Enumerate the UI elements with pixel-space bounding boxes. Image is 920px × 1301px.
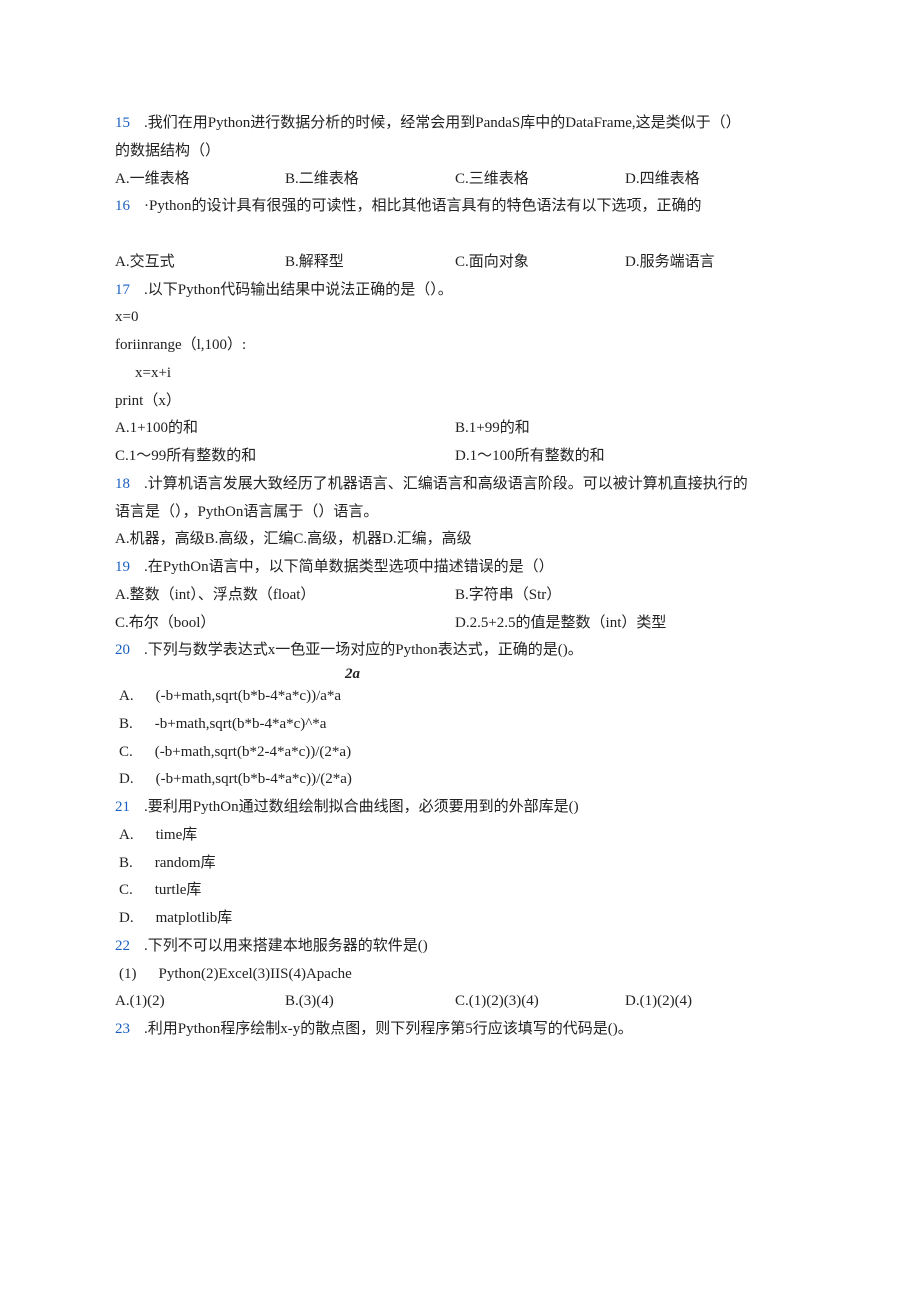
q23-number: 23 (115, 1021, 144, 1037)
q17-stem-text: .以下Python代码输出结果中说法正确的是（）。 (144, 282, 453, 298)
q22-option-d: D.(1)(2)(4) (625, 988, 692, 1016)
q21-a-text: time库 (156, 827, 198, 843)
q22-sub-text: Python(2)Excel(3)IIS(4)Apache (159, 966, 352, 982)
q20-number: 20 (115, 642, 144, 658)
q15-stem-text1: .我们在用Python进行数据分析的时候，经常会用到PandaS库中的DataF… (144, 115, 741, 131)
q15-option-d: D.四维表格 (625, 166, 795, 194)
q16-stem-text: ·Python的设计具有很强的可读性，相比其他语言具有的特色语法有以下选项，正确… (144, 198, 702, 214)
letter-c: C. (115, 744, 155, 760)
letter-a: A. (115, 827, 156, 843)
q23-stem: 23.利用Python程序绘制x-y的散点图，则下列程序第5行应该填写的代码是(… (115, 1016, 810, 1044)
q20-d-text: (-b+math,sqrt(b*b-4*a*c))/(2*a) (156, 771, 352, 787)
q17-option-c: C.1～99所有整数的和 (115, 443, 455, 471)
q21-option-a: A.time库 (115, 822, 810, 850)
letter-d: D. (115, 771, 156, 787)
q20-c-text: (-b+math,sqrt(b*2-4*a*c))/(2*a) (155, 744, 351, 760)
q17-options-row2: C.1～99所有整数的和 D.1～100所有整数的和 (115, 443, 810, 471)
q18-stem-line2: 语言是（），PythOn语言属于（）语言。 (115, 499, 810, 527)
q22-sub: (1)Python(2)Excel(3)IIS(4)Apache (115, 961, 810, 989)
q18-number: 18 (115, 476, 144, 492)
q17-option-a: A.1+100的和 (115, 415, 455, 443)
q16-option-a: A.交互式 (115, 249, 285, 277)
q17-number: 17 (115, 282, 144, 298)
q22-option-c: C.(1)(2)(3)(4) (455, 988, 625, 1016)
q15-option-c: C.三维表格 (455, 166, 625, 194)
q17-options-row1: A.1+100的和 B.1+99的和 (115, 415, 810, 443)
q17-stem: 17.以下Python代码输出结果中说法正确的是（）。 (115, 277, 810, 305)
q15-option-b: B.二维表格 (285, 166, 455, 194)
q16-number: 16 (115, 198, 144, 214)
q21-d-text: matplotlib库 (156, 910, 233, 926)
letter-b: B. (115, 716, 155, 732)
q20-option-c: C.(-b+math,sqrt(b*2-4*a*c))/(2*a) (115, 739, 810, 767)
q20-b-text: -b+math,sqrt(b*b-4*a*c)^*a (155, 716, 327, 732)
letter-a: A. (115, 688, 156, 704)
q19-number: 19 (115, 559, 144, 575)
q16-options: A.交互式 B.解释型 C.面向对象 D.服务端语言 (115, 249, 810, 277)
letter-c: C. (115, 882, 155, 898)
q16-stem: 16·Python的设计具有很强的可读性，相比其他语言具有的特色语法有以下选项，… (115, 193, 810, 221)
letter-b: B. (115, 855, 155, 871)
q21-c-text: turtle库 (155, 882, 202, 898)
q20-formula: 2a (115, 665, 810, 683)
q17-code-2: foriinrange（l,100）: (115, 332, 810, 360)
q20-a-text: (-b+math,sqrt(b*b-4*a*c))/a*a (156, 688, 341, 704)
q17-code-4: print（x） (115, 388, 810, 416)
q21-b-text: random库 (155, 855, 216, 871)
q22-stem-text: .下列不可以用来搭建本地服务器的软件是() (144, 938, 428, 954)
q18-stem-text1: .计算机语言发展大致经历了机器语言、汇编语言和高级语言阶段。可以被计算机直接执行… (144, 476, 748, 492)
q20-option-d: D.(-b+math,sqrt(b*b-4*a*c))/(2*a) (115, 766, 810, 794)
q22-option-a: A.(1)(2) (115, 988, 285, 1016)
q20-stem: 20.下列与数学表达式x一色亚一场对应的Python表达式，正确的是()。 (115, 637, 810, 665)
q23-stem-text: .利用Python程序绘制x-y的散点图，则下列程序第5行应该填写的代码是()。 (144, 1021, 633, 1037)
q16-option-b: B.解释型 (285, 249, 455, 277)
q21-option-d: D.matplotlib库 (115, 905, 810, 933)
q19-options-row1: A.整数（int）、浮点数（float） B.字符串（Str） (115, 582, 810, 610)
paren-one: (1) (115, 966, 159, 982)
q20-option-a: A.(-b+math,sqrt(b*b-4*a*c))/a*a (115, 683, 810, 711)
q20-option-b: B.-b+math,sqrt(b*b-4*a*c)^*a (115, 711, 810, 739)
q19-stem: 19.在PythOn语言中，以下简单数据类型选项中描述错误的是（） (115, 554, 810, 582)
q20-stem-text: .下列与数学表达式x一色亚一场对应的Python表达式，正确的是()。 (144, 642, 583, 658)
q21-option-c: C.turtle库 (115, 877, 810, 905)
q16-option-c: C.面向对象 (455, 249, 625, 277)
q15-stem-line1: 15.我们在用Python进行数据分析的时候，经常会用到PandaS库中的Dat… (115, 110, 810, 138)
q19-option-c: C.布尔（bool） (115, 610, 455, 638)
q17-code-1: x=0 (115, 304, 810, 332)
q15-number: 15 (115, 115, 144, 131)
q17-code-3: x=x+i (115, 360, 810, 388)
q17-option-b: B.1+99的和 (455, 415, 795, 443)
q22-number: 22 (115, 938, 144, 954)
q16-blank (115, 221, 810, 249)
q18-options: A.机器，高级B.高级，汇编C.高级，机器D.汇编，高级 (115, 526, 810, 554)
q19-option-b: B.字符串（Str） (455, 582, 795, 610)
q22-stem: 22.下列不可以用来搭建本地服务器的软件是() (115, 933, 810, 961)
q21-stem-text: .要利用PythOn通过数组绘制拟合曲线图，必须要用到的外部库是() (144, 799, 579, 815)
q16-option-d: D.服务端语言 (625, 249, 795, 277)
q22-option-b: B.(3)(4) (285, 988, 455, 1016)
q19-option-a: A.整数（int）、浮点数（float） (115, 582, 455, 610)
q22-options: A.(1)(2) B.(3)(4) C.(1)(2)(3)(4) D.(1)(2… (115, 988, 810, 1016)
q17-option-d: D.1～100所有整数的和 (455, 443, 795, 471)
exam-page: 15.我们在用Python进行数据分析的时候，经常会用到PandaS库中的Dat… (0, 0, 920, 1301)
q21-option-b: B.random库 (115, 850, 810, 878)
q15-stem-line2: 的数据结构（） (115, 138, 810, 166)
q21-stem: 21.要利用PythOn通过数组绘制拟合曲线图，必须要用到的外部库是() (115, 794, 810, 822)
q21-number: 21 (115, 799, 144, 815)
q19-option-d: D.2.5+2.5的值是整数（int）类型 (455, 610, 795, 638)
q18-stem-line1: 18.计算机语言发展大致经历了机器语言、汇编语言和高级语言阶段。可以被计算机直接… (115, 471, 810, 499)
q19-options-row2: C.布尔（bool） D.2.5+2.5的值是整数（int）类型 (115, 610, 810, 638)
q15-options: A.一维表格 B.二维表格 C.三维表格 D.四维表格 (115, 166, 810, 194)
q15-option-a: A.一维表格 (115, 166, 285, 194)
letter-d: D. (115, 910, 156, 926)
q19-stem-text: .在PythOn语言中，以下简单数据类型选项中描述错误的是（） (144, 559, 554, 575)
